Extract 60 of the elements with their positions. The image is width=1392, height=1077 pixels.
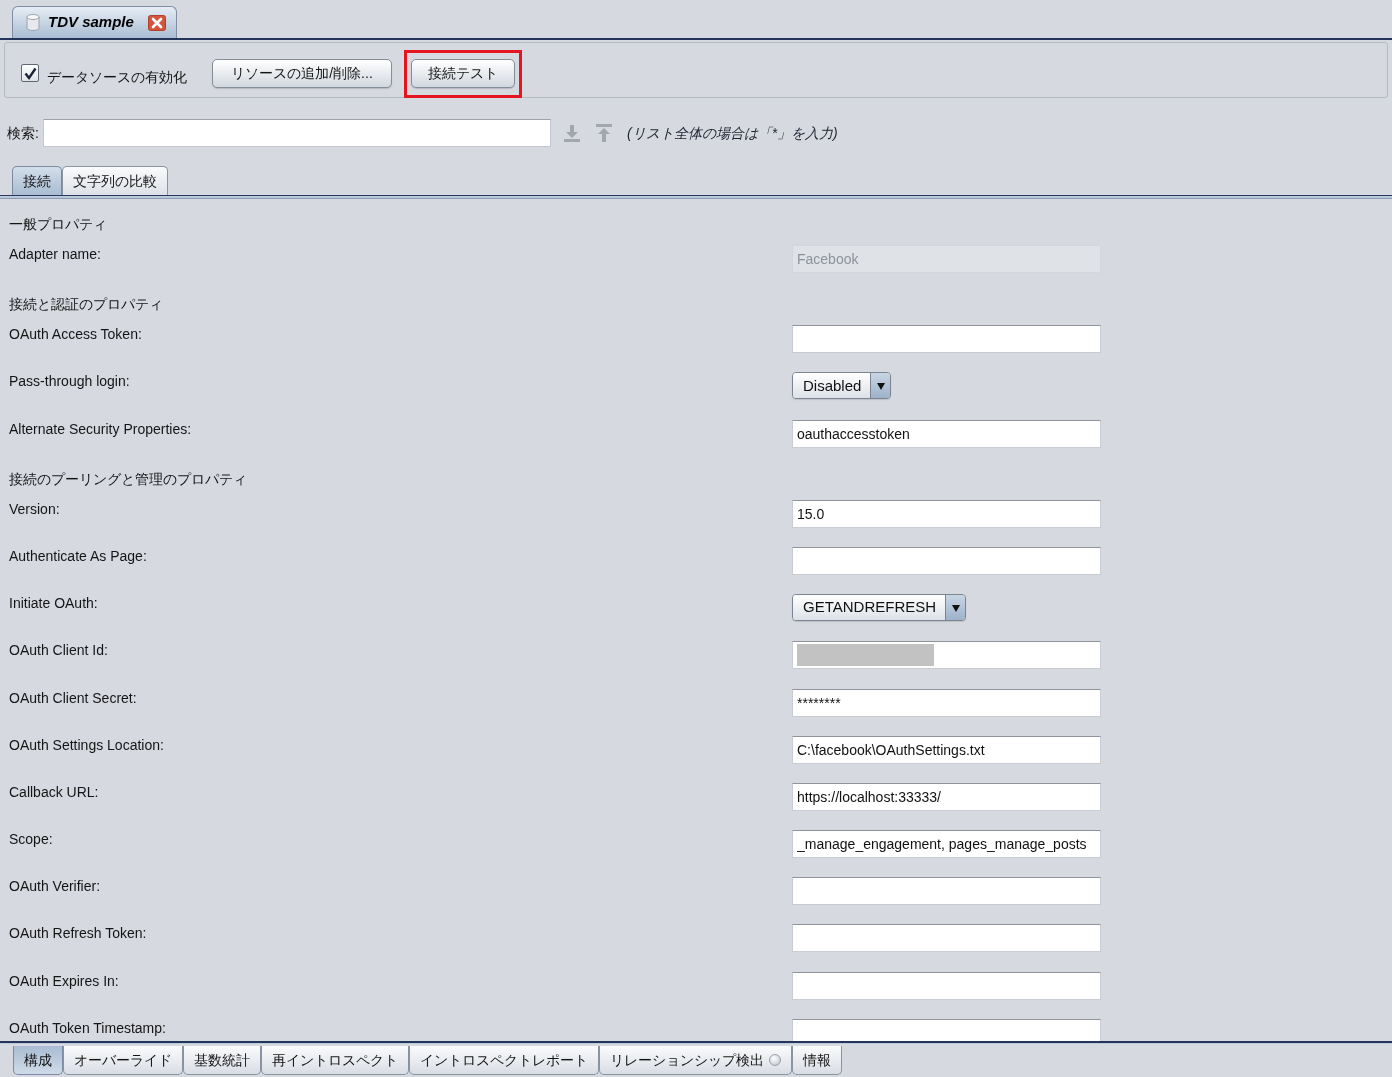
text-field: Facebook [792,245,1101,273]
field-label: Authenticate As Page: [9,547,147,564]
field-label: OAuth Expires In: [9,972,119,989]
button[interactable]: 接続テスト [411,59,515,88]
document-tab[interactable]: TDV sample [12,6,177,38]
field-label: OAuth Client Id: [9,642,108,659]
tab[interactable]: 文字列の比較 [62,166,168,195]
arrow-up-bar-icon[interactable] [595,124,613,142]
database-icon [26,14,40,31]
field-label: Scope: [9,831,53,848]
section-heading: 接続と認証のプロパティ [9,296,163,313]
tab[interactable]: 再イントロスペクト [261,1046,409,1075]
checkbox-label[interactable]: データソースの有効化 [47,69,187,85]
tab[interactable]: イントロスペクトレポート [409,1046,599,1075]
section-heading: 接続のプーリングと管理のプロパティ [9,470,247,487]
dropdown[interactable]: GETANDREFRESH [792,594,967,622]
text-field[interactable] [792,877,1101,906]
field-label: Pass-through login: [9,373,130,390]
text-field[interactable] [792,971,1101,1000]
text-field[interactable] [792,924,1101,953]
field-label: OAuth Verifier: [9,878,101,895]
field-label: Callback URL: [9,783,99,800]
field-label: Version: [9,500,60,517]
checkbox[interactable] [21,64,39,82]
section-heading: 一般プロパティ [9,216,107,232]
field-label: OAuth Access Token: [9,326,142,343]
search-field[interactable] [43,119,551,147]
checkmark-icon [23,66,37,80]
text-field[interactable] [792,641,1101,670]
tab[interactable]: 接続 [12,166,62,195]
text-field[interactable]: https://localhost:33333/ [792,782,1101,811]
tab[interactable]: リレーションシップ検出 [599,1046,792,1075]
field-label: OAuth Client Secret: [9,689,137,706]
text-field[interactable]: 15.0 [792,499,1101,528]
status-light-icon [769,1054,781,1066]
arrow-down-bar-icon[interactable] [563,124,581,142]
close-icon[interactable] [147,14,166,31]
tab[interactable]: 基数統計 [183,1046,261,1075]
search-label: 検索: [7,125,39,141]
caret-icon [951,603,960,612]
text-field[interactable] [792,546,1101,575]
tab[interactable]: 情報 [792,1046,842,1075]
search-hint: (リスト全体の場合は「*」を入力) [627,123,838,143]
button[interactable]: リソースの追加/削除... [212,59,392,88]
field-label: Alternate Security Properties: [9,420,192,437]
text-field[interactable]: _manage_engagement, pages_manage_posts [792,830,1101,859]
text-field[interactable]: oauthaccesstoken [792,419,1101,448]
tab[interactable]: オーバーライド [63,1046,183,1075]
field-label: OAuth Token Timestamp: [9,1019,166,1036]
field-label: Adapter name: [9,246,101,262]
dropdown[interactable]: Disabled [792,372,892,400]
field-label: OAuth Settings Location: [9,736,164,753]
text-field[interactable] [792,325,1101,354]
field-label: OAuth Refresh Token: [9,925,147,942]
text-field[interactable] [792,1018,1101,1041]
field-label: Initiate OAuth: [9,595,98,612]
text-field[interactable]: C:\facebook\OAuthSettings.txt [792,735,1101,764]
text-field[interactable]: ******** [792,688,1101,717]
tab[interactable]: 構成 [13,1046,63,1075]
caret-icon [876,381,885,390]
